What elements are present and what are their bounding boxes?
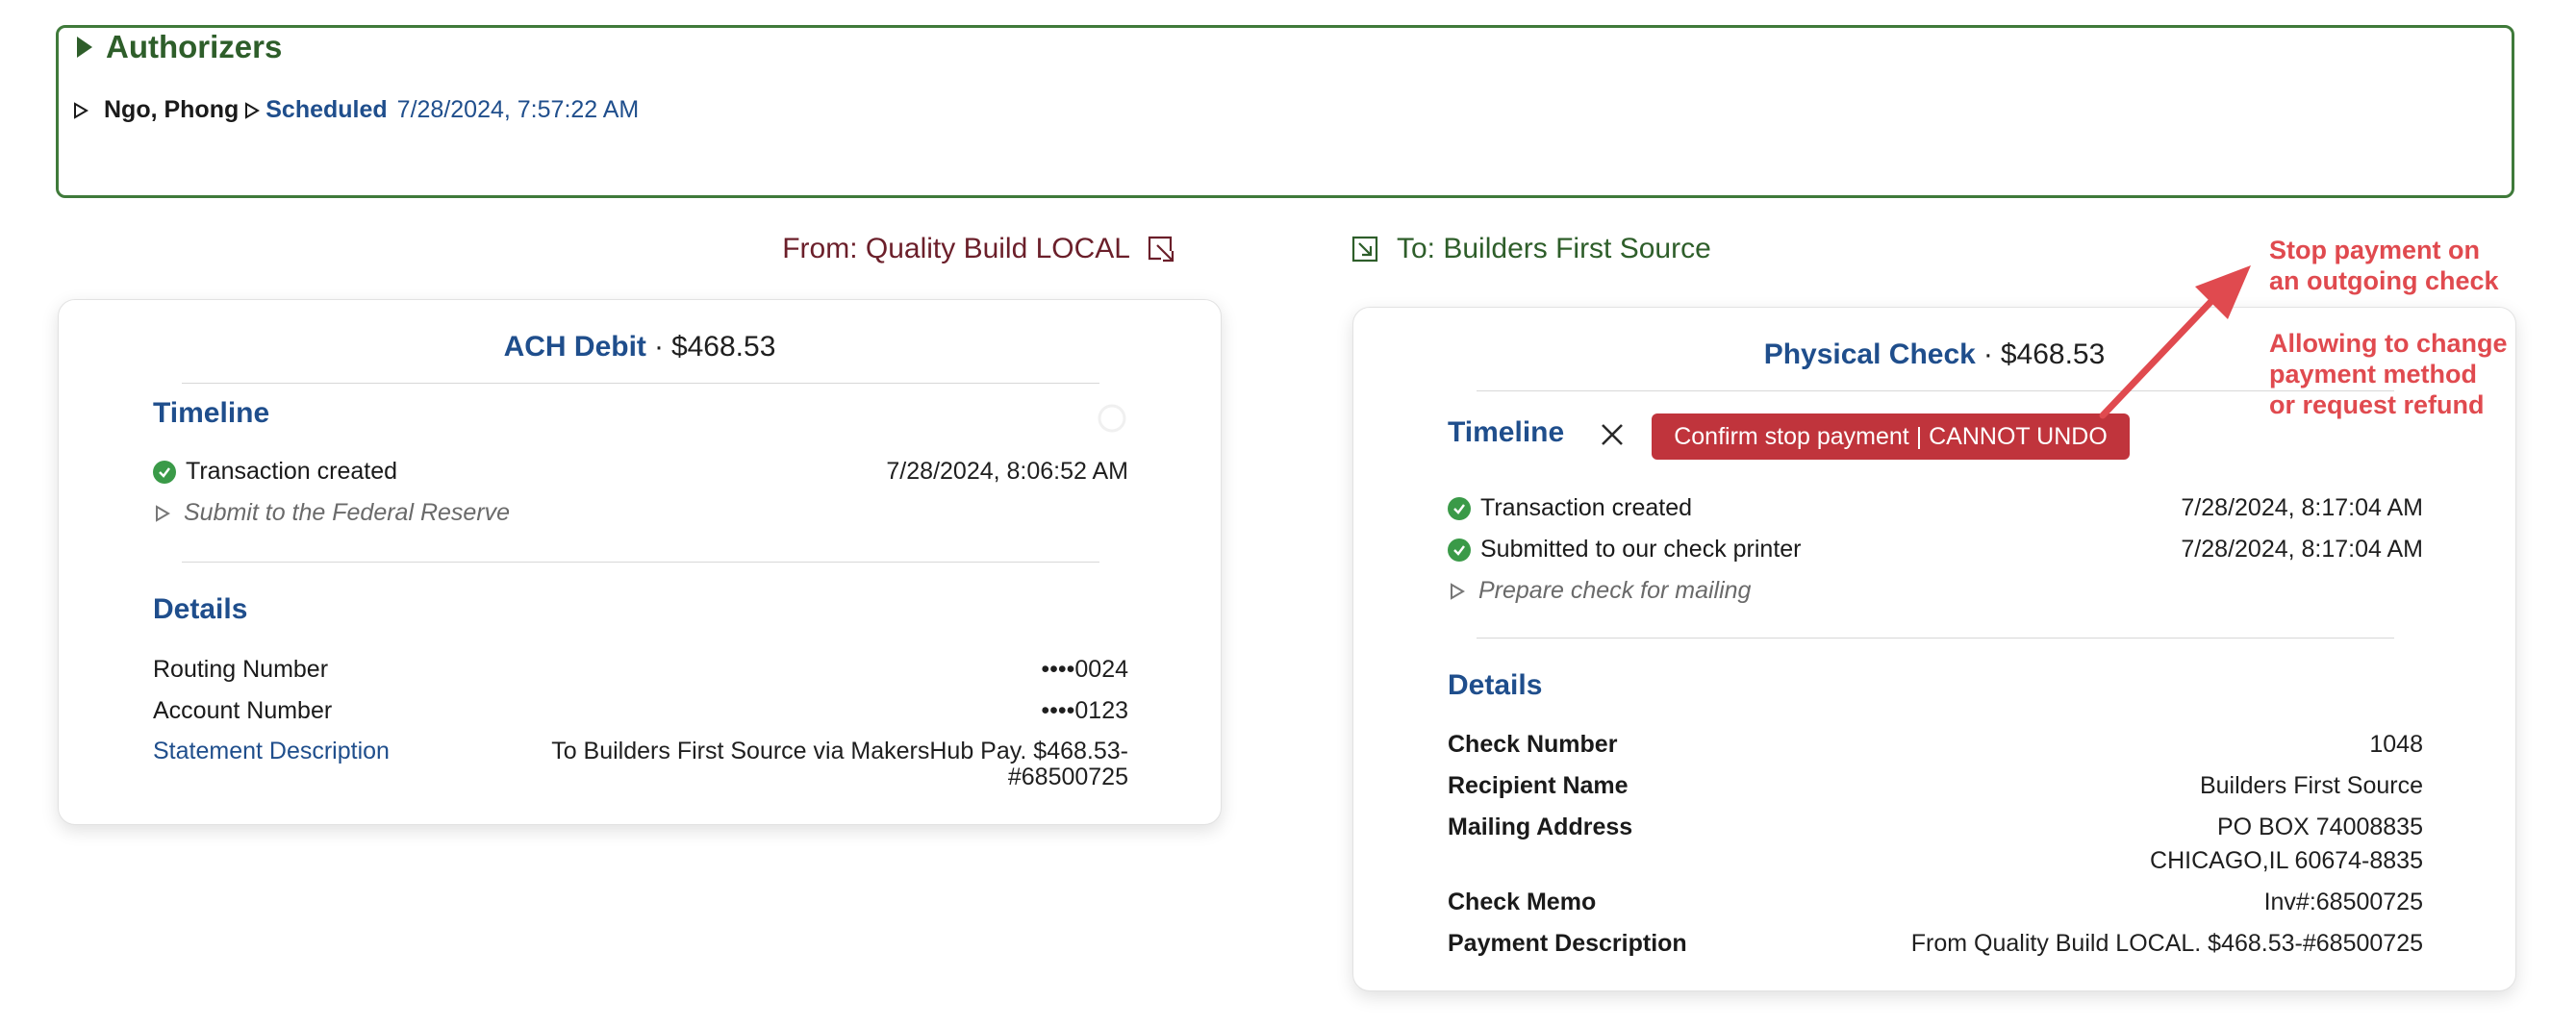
change-method-annotation: Allowing to change payment method or req… [2269,329,2508,419]
authorizer-entry[interactable]: Ngo, Phong Scheduled 7/28/2024, 7:57:22 … [73,96,639,124]
payment-amount: $468.53 [670,331,776,363]
to-account: To: Builders First Source [1351,233,1711,265]
detail-value: Inv#:68500725 [2263,889,2423,915]
detail-value: From Quality Build LOCAL. $468.53-#68500… [1910,930,2423,957]
detail-label: Payment Description [1448,930,1687,957]
confirm-stop-payment-button[interactable]: Confirm stop payment | CANNOT UNDO [1652,413,2130,460]
ach-debit-card: ACH Debit · $468.53 Timeline Transaction c… [58,299,1222,825]
check-circle-icon [1448,496,1471,520]
divider [1477,638,2394,639]
annotation-arrow-icon [2099,265,2251,419]
caret-right-outline-icon[interactable] [1450,582,1465,600]
timeline-title: Timeline [153,397,270,429]
caret-right-outline-icon[interactable] [73,101,88,119]
transfer-in-icon [1351,236,1378,263]
detail-value: 1048 [2369,731,2423,758]
detail-label: Recipient Name [1448,772,1629,799]
authorizer-name: Ngo, Phong [104,96,240,123]
divider [182,562,1099,563]
details-title: Details [153,593,248,625]
detail-value: ••••0123 [1041,697,1128,724]
close-icon[interactable] [1597,419,1628,450]
timeline-time: 7/28/2024, 8:17:04 AM [2181,494,2423,521]
caret-right-outline-icon[interactable] [244,101,261,119]
refresh-icon[interactable] [1096,402,1128,435]
authorizers-header[interactable]: Authorizers [77,29,282,65]
from-account: From: Quality Build LOCAL [782,233,1176,265]
authorizers-title: Authorizers [106,29,283,64]
detail-value: ••••0024 [1041,656,1128,683]
detail-value: To Builders First Source via MakersHub P… [551,738,1128,764]
caret-right-icon [77,37,92,58]
detail-label: Account Number [153,697,333,724]
statement-description-link[interactable]: Statement Description [153,738,390,765]
detail-value: #68500725 [1007,764,1128,790]
timeline-title: Timeline [1448,416,1565,448]
timeline-time: 7/28/2024, 8:06:52 AM [886,458,1128,485]
detail-label: Check Memo [1448,889,1597,915]
to-label: To: Builders First Source [1397,233,1711,264]
timeline-item: Transaction created [1448,494,1692,522]
timeline-time: 7/28/2024, 8:17:04 AM [2181,536,2423,563]
detail-label: Mailing Address [1448,814,1633,840]
detail-label: Routing Number [153,656,329,683]
caret-right-outline-icon[interactable] [155,504,170,522]
divider [182,383,1099,384]
authorizer-status: Scheduled [265,96,388,123]
check-circle-icon [1448,538,1471,562]
payment-method: ACH Debit [503,331,646,363]
from-label: From: Quality Build LOCAL [782,233,1130,264]
timeline-item: Submitted to our check printer [1448,536,1802,564]
detail-value: CHICAGO,IL 60674-8835 [2150,847,2423,874]
detail-label: Check Number [1448,731,1618,758]
details-title: Details [1448,669,1543,701]
check-circle-icon [153,460,176,484]
timeline-item: Transaction created [153,458,397,486]
card-heading: ACH Debit · $468.53 [503,331,776,363]
transfer-out-icon [1148,236,1174,263]
payment-method: Physical Check [1763,338,1976,370]
timeline-item[interactable]: Prepare check for mailing [1450,577,1751,605]
timeline-item[interactable]: Submit to the Federal Reserve [155,499,510,527]
authorizer-time: 7/28/2024, 7:57:22 AM [396,96,640,123]
stop-payment-annotation: Stop payment on an outgoing check [2269,236,2499,295]
detail-value: PO BOX 74008835 [2216,814,2423,840]
detail-value: Builders First Source [2199,772,2423,799]
